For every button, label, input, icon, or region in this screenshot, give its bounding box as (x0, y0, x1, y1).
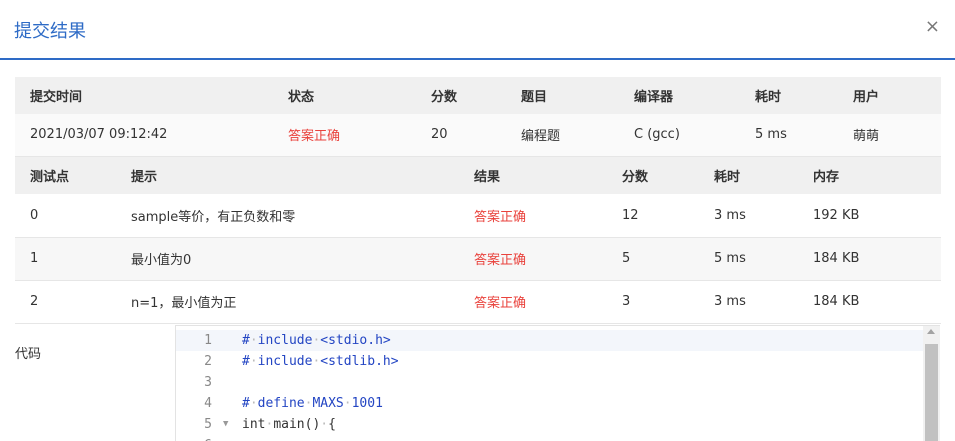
tests-header-row: 测试点 提示 结果 分数 耗时 内存 (15, 157, 941, 194)
header-status: 状态 (288, 77, 431, 114)
line-number: 3 (204, 375, 212, 390)
header-hint: 提示 (131, 157, 474, 194)
test-score: 12 (622, 207, 639, 223)
table-row: 1 最小值为0 答案正确 5 5 ms 184 KB (15, 237, 941, 280)
code-line[interactable]: 3 (176, 372, 924, 393)
status-text: 答案正确 (288, 129, 341, 145)
test-result: 答案正确 (474, 253, 527, 268)
code-text: #·include·<stdio.h> (242, 333, 391, 348)
header-test-time: 耗时 (714, 157, 813, 194)
scroll-up-icon[interactable] (927, 329, 935, 334)
test-result: 答案正确 (474, 209, 527, 225)
code-text: #·define·MAXS·1001 (242, 396, 383, 411)
header-problem: 题目 (521, 77, 634, 114)
test-memory: 192 KB (813, 207, 860, 223)
code-editor[interactable]: 1 #·include·<stdio.h> 2 #·include·<stdli… (175, 325, 940, 441)
code-text: int·main()·{ (242, 417, 336, 432)
submission-header-row: 提交时间 状态 分数 题目 编译器 耗时 用户 (15, 77, 941, 114)
test-result: 答案正确 (474, 296, 527, 311)
user-name: 萌萌 (853, 129, 880, 145)
scrollbar-thumb[interactable] (925, 344, 938, 441)
dialog-title: 提交结果 (14, 21, 86, 42)
test-time: 5 ms (714, 251, 746, 266)
code-text: #·include·<stdlib.h> (242, 354, 399, 369)
code-line[interactable]: 1 #·include·<stdio.h> (176, 330, 924, 351)
header-user: 用户 (853, 77, 941, 114)
header-result: 结果 (474, 157, 622, 194)
submission-table: 提交时间 状态 分数 题目 编译器 耗时 用户 2021/03/07 09:12… (15, 77, 941, 157)
line-number: 6 (176, 435, 212, 441)
header-compiler: 编译器 (634, 77, 755, 114)
compiler-name: C (gcc) (634, 127, 680, 143)
test-score: 3 (622, 294, 631, 309)
test-time: 3 ms (714, 207, 746, 223)
test-score: 5 (622, 251, 631, 266)
test-hint: n=1，最小值为正 (131, 296, 237, 311)
close-icon[interactable]: × (925, 17, 940, 37)
dialog-header: 提交结果 × (0, 0, 955, 60)
problem-name: 编程题 (521, 129, 561, 145)
header-test-score: 分数 (622, 157, 714, 194)
line-number: 5 (204, 417, 212, 432)
code-line[interactable]: 5 ▼ int·main()·{ (176, 414, 924, 435)
header-test-point: 测试点 (15, 157, 131, 194)
test-time: 3 ms (714, 294, 746, 309)
test-hint: 最小值为0 (131, 253, 192, 268)
test-id: 1 (30, 251, 39, 266)
table-row: 0 sample等价，有正负数和零 答案正确 12 3 ms 192 KB (15, 194, 941, 237)
header-submit-time: 提交时间 (15, 77, 288, 114)
table-row: 2 n=1，最小值为正 答案正确 3 3 ms 184 KB (15, 280, 941, 323)
line-number: 1 (204, 333, 212, 348)
line-number: 2 (204, 354, 212, 369)
code-line[interactable]: 4 #·define·MAXS·1001 (176, 393, 924, 414)
test-memory: 184 KB (813, 251, 860, 266)
editor-scrollbar[interactable] (923, 326, 940, 441)
fold-arrow-icon[interactable]: ▼ (223, 414, 228, 435)
header-score: 分数 (431, 77, 521, 114)
code-label: 代码 (15, 347, 42, 362)
score-value: 20 (431, 127, 448, 143)
test-results-table: 测试点 提示 结果 分数 耗时 内存 0 sample等价，有正负数和零 答案正… (15, 157, 941, 324)
header-elapsed: 耗时 (755, 77, 853, 114)
code-line[interactable]: 6 (176, 435, 924, 441)
test-memory: 184 KB (813, 294, 860, 309)
submission-row: 2021/03/07 09:12:42 答案正确 20 编程题 C (gcc) … (15, 114, 941, 156)
test-hint: sample等价，有正负数和零 (131, 209, 296, 225)
line-number: 4 (204, 396, 212, 411)
test-id: 2 (30, 294, 39, 309)
elapsed-time: 5 ms (755, 127, 787, 143)
submit-time: 2021/03/07 09:12:42 (30, 127, 168, 143)
header-memory: 内存 (813, 157, 941, 194)
test-id: 0 (30, 207, 39, 223)
code-line[interactable]: 2 #·include·<stdlib.h> (176, 351, 924, 372)
